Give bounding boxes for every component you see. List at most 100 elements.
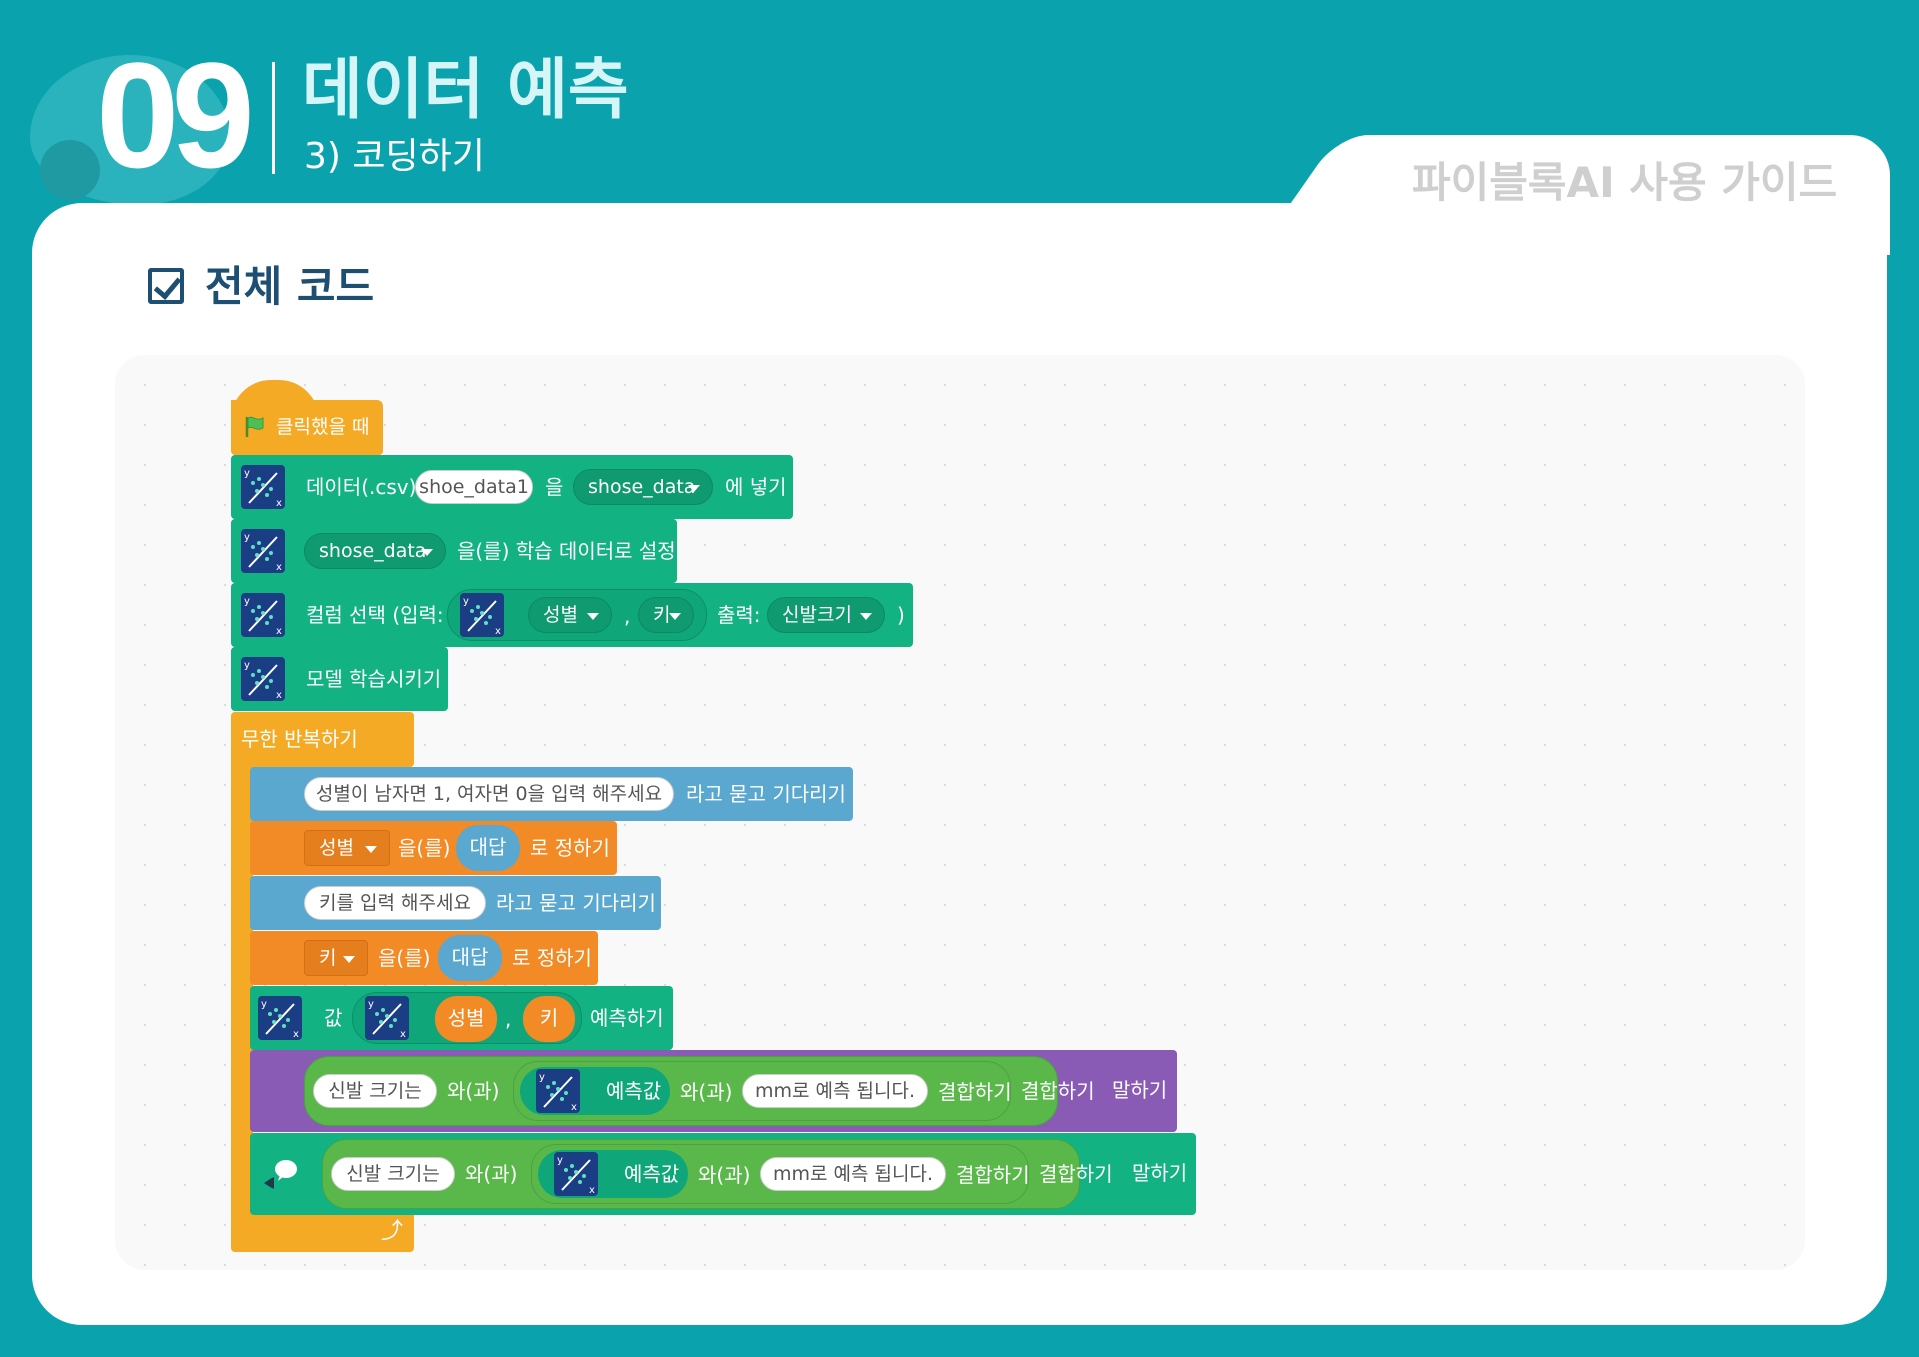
checkbox-icon (148, 268, 184, 304)
forever-loop-footer[interactable]: ⤴ (231, 1212, 414, 1252)
say-block[interactable]: 신발 크기는 와(과) yx 예측값 와(과) mm로 예측 됩니다. 결합하기… (250, 1050, 1177, 1132)
forever-loop-label: 무한 반복하기 (241, 727, 358, 751)
block-text: 말하기 (1112, 1078, 1168, 1102)
text-input[interactable]: mm로 예측 됩니다. (760, 1157, 946, 1191)
svg-text:x: x (571, 1102, 577, 1113)
block-text: 로 정하기 (530, 836, 610, 860)
variable-dropdown[interactable]: 성별 (304, 830, 390, 866)
svg-text:x: x (495, 626, 501, 637)
question-input[interactable]: 성별이 남자면 1, 여자면 0을 입력 해주세요 (304, 777, 674, 811)
block-text: 와(과) (698, 1163, 751, 1187)
ai-model-icon: yx (241, 465, 285, 509)
join-outer-reporter[interactable]: 신발 크기는 와(과) yx 예측값 와(과) mm로 예측 됩니다. 결합하기… (322, 1139, 1113, 1209)
svg-text:y: y (368, 999, 374, 1010)
svg-text:y: y (557, 1155, 563, 1166)
block-text: 로 정하기 (512, 946, 592, 970)
set-training-data-block[interactable]: yx shose_data 을(를) 학습 데이터로 설정 (231, 519, 677, 583)
svg-text:y: y (261, 999, 267, 1010)
svg-text:x: x (276, 498, 282, 509)
speech-bubble-icon (262, 1159, 298, 1197)
when-flag-clicked-block[interactable]: 클릭했을 때 (231, 400, 383, 455)
ask-and-wait-block[interactable]: 성별이 남자면 1, 여자면 0을 입력 해주세요 라고 묻고 기다리기 (250, 767, 853, 821)
ai-model-icon: yx (554, 1152, 598, 1196)
hat-label: 클릭했을 때 (276, 416, 370, 438)
ai-model-icon: yx (460, 593, 504, 637)
text-input[interactable]: mm로 예측 됩니다. (742, 1074, 928, 1108)
block-text: 을 (545, 475, 564, 499)
block-text: 값 (324, 1006, 343, 1030)
set-variable-block[interactable]: 키 을(를) 대답 로 정하기 (250, 931, 598, 985)
page-title: 데이터 예측 (302, 51, 629, 128)
flag-icon (243, 415, 267, 443)
prediction-reporter[interactable]: yx 예측값 (538, 1150, 688, 1198)
ask-and-wait-block[interactable]: 키를 입력 해주세요 라고 묻고 기다리기 (250, 876, 661, 930)
block-text: ) (897, 603, 905, 627)
text-input[interactable]: 신발 크기는 (313, 1074, 437, 1108)
join-outer-reporter[interactable]: 신발 크기는 와(과) yx 예측값 와(과) mm로 예측 됩니다. 결합하기… (304, 1056, 1095, 1126)
svg-text:y: y (244, 468, 250, 479)
header-divider (272, 62, 275, 174)
prediction-reporter[interactable]: yx 예측값 (520, 1067, 670, 1115)
variable-dropdown[interactable]: shose_data (573, 469, 713, 505)
speak-block[interactable]: 신발 크기는 와(과) yx 예측값 와(과) mm로 예측 됩니다. 결합하기… (250, 1133, 1196, 1215)
ai-model-icon: yx (241, 529, 285, 573)
svg-text:x: x (589, 1185, 595, 1196)
block-text: 와(과) (447, 1079, 500, 1103)
variable-dropdown[interactable]: shose_data (304, 533, 446, 569)
block-text: 예측하기 (590, 1006, 664, 1030)
svg-text:x: x (276, 690, 282, 701)
train-model-block[interactable]: yx 모델 학습시키기 (231, 647, 448, 711)
gender-column-dropdown[interactable]: 성별 (528, 597, 612, 633)
select-columns-block[interactable]: yx 컬럼 선택 (입력: yx 성별 , 키 출력: 신발크기 ) (231, 583, 913, 647)
answer-reporter[interactable]: 대답 (438, 935, 502, 981)
loop-arrow-icon: ⤴ (381, 1219, 404, 1244)
block-text: 을(를) (398, 836, 451, 860)
predict-block[interactable]: yx 값 yx 성별 , 키 예측하기 (250, 986, 673, 1050)
block-text: 출력: (717, 603, 761, 627)
page-subtitle: 3) 코딩하기 (304, 136, 485, 177)
height-variable-reporter[interactable]: 키 (523, 996, 575, 1042)
block-text: 에 넣기 (725, 475, 787, 499)
csv-file-input[interactable]: shoe_data1 (415, 470, 533, 504)
ai-model-icon: yx (241, 657, 285, 701)
block-text: 결합하기 (956, 1163, 1030, 1187)
svg-text:x: x (276, 626, 282, 637)
block-text: 라고 묻고 기다리기 (496, 891, 656, 915)
load-csv-block[interactable]: yx 데이터(.csv) shoe_data1 을 shose_data 에 넣… (231, 455, 793, 519)
gender-variable-reporter[interactable]: 성별 (435, 996, 497, 1042)
chapter-number: 09 (96, 31, 255, 199)
block-text: 데이터(.csv) (306, 475, 417, 499)
answer-reporter[interactable]: 대답 (456, 825, 520, 871)
svg-text:y: y (463, 596, 469, 607)
block-text: 결합하기 (938, 1080, 1012, 1104)
set-variable-block[interactable]: 성별 을(를) 대답 로 정하기 (250, 821, 617, 875)
join-inner-reporter[interactable]: yx 예측값 와(과) mm로 예측 됩니다. 결합하기 (513, 1061, 1012, 1121)
block-text: 와(과) (465, 1162, 518, 1186)
block-text: 결합하기 (1021, 1079, 1095, 1103)
join-inner-reporter[interactable]: yx 예측값 와(과) mm로 예측 됩니다. 결합하기 (531, 1144, 1030, 1204)
input-columns-slot: yx 성별 , 키 (447, 589, 707, 641)
block-text: 모델 학습시키기 (306, 667, 442, 691)
block-text: 을(를) (378, 946, 431, 970)
block-text: 와(과) (680, 1080, 733, 1104)
block-text: 예측값 (606, 1079, 662, 1103)
svg-text:y: y (244, 532, 250, 543)
ai-model-icon: yx (536, 1069, 580, 1113)
forever-loop-block[interactable]: 무한 반복하기 (231, 712, 414, 767)
guide-tab-label: 파이블록AI 사용 가이드 (1412, 158, 1838, 207)
svg-text:x: x (293, 1029, 299, 1040)
variable-dropdown[interactable]: 키 (304, 940, 368, 976)
output-column-dropdown[interactable]: 신발크기 (767, 597, 885, 633)
ai-model-icon: yx (258, 996, 302, 1040)
svg-text:x: x (400, 1029, 406, 1040)
block-text: , (505, 1007, 512, 1031)
svg-text:y: y (244, 660, 250, 671)
block-text: 을(를) 학습 데이터로 설정 (457, 539, 676, 563)
svg-text:y: y (539, 1072, 545, 1083)
height-column-dropdown[interactable]: 키 (638, 597, 694, 633)
ai-model-icon: yx (365, 996, 409, 1040)
question-input[interactable]: 키를 입력 해주세요 (304, 886, 486, 920)
block-text: 결합하기 (1039, 1162, 1113, 1186)
svg-text:y: y (244, 596, 250, 607)
text-input[interactable]: 신발 크기는 (331, 1157, 455, 1191)
